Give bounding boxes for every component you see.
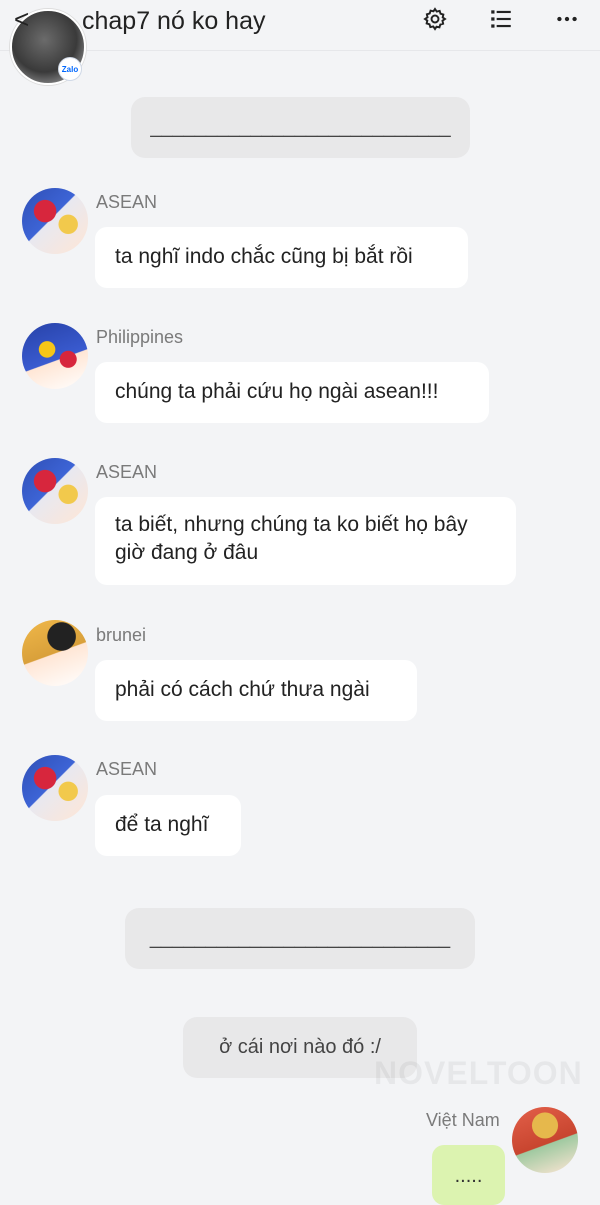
system-separator: ___________________________ [131, 97, 470, 158]
gear-icon[interactable] [420, 4, 450, 34]
avatar-asean[interactable] [22, 188, 88, 254]
avatar-philippines[interactable] [22, 323, 88, 389]
message-bubble: ta biết, nhưng chúng ta ko biết họ bây g… [95, 497, 516, 585]
avatar-vietnam[interactable] [512, 1107, 578, 1173]
watermark: NOVELTOON [374, 1055, 583, 1091]
chat-header: Zalo < chap7 nó ko hay [0, 0, 600, 85]
list-icon[interactable] [486, 4, 516, 34]
sender-name: Việt Nam [426, 1110, 500, 1130]
outgoing-bubble: ..... [432, 1145, 505, 1205]
sender-name: ASEAN [96, 462, 158, 482]
message-bubble: ta nghĩ indo chắc cũng bị bắt rồi [95, 227, 468, 288]
message-bubble: để ta nghĩ [95, 795, 241, 856]
chat-title: chap7 nó ko hay [82, 7, 266, 35]
zalo-badge: Zalo [58, 57, 82, 81]
sender-name: ASEAN [96, 759, 158, 779]
more-icon[interactable] [552, 4, 582, 34]
sender-name: ASEAN [96, 192, 158, 212]
back-icon[interactable]: < [14, 6, 29, 32]
sender-name: brunei [96, 625, 147, 645]
system-separator: ___________________________ [125, 908, 475, 969]
sender-name: Philippines [96, 327, 184, 347]
avatar-asean[interactable] [22, 458, 88, 524]
avatar-brunei[interactable] [22, 620, 88, 686]
message-bubble: phải có cách chứ thưa ngài [95, 660, 417, 721]
avatar-asean[interactable] [22, 755, 88, 821]
message-bubble: chúng ta phải cứu họ ngài asean!!! [95, 362, 489, 423]
